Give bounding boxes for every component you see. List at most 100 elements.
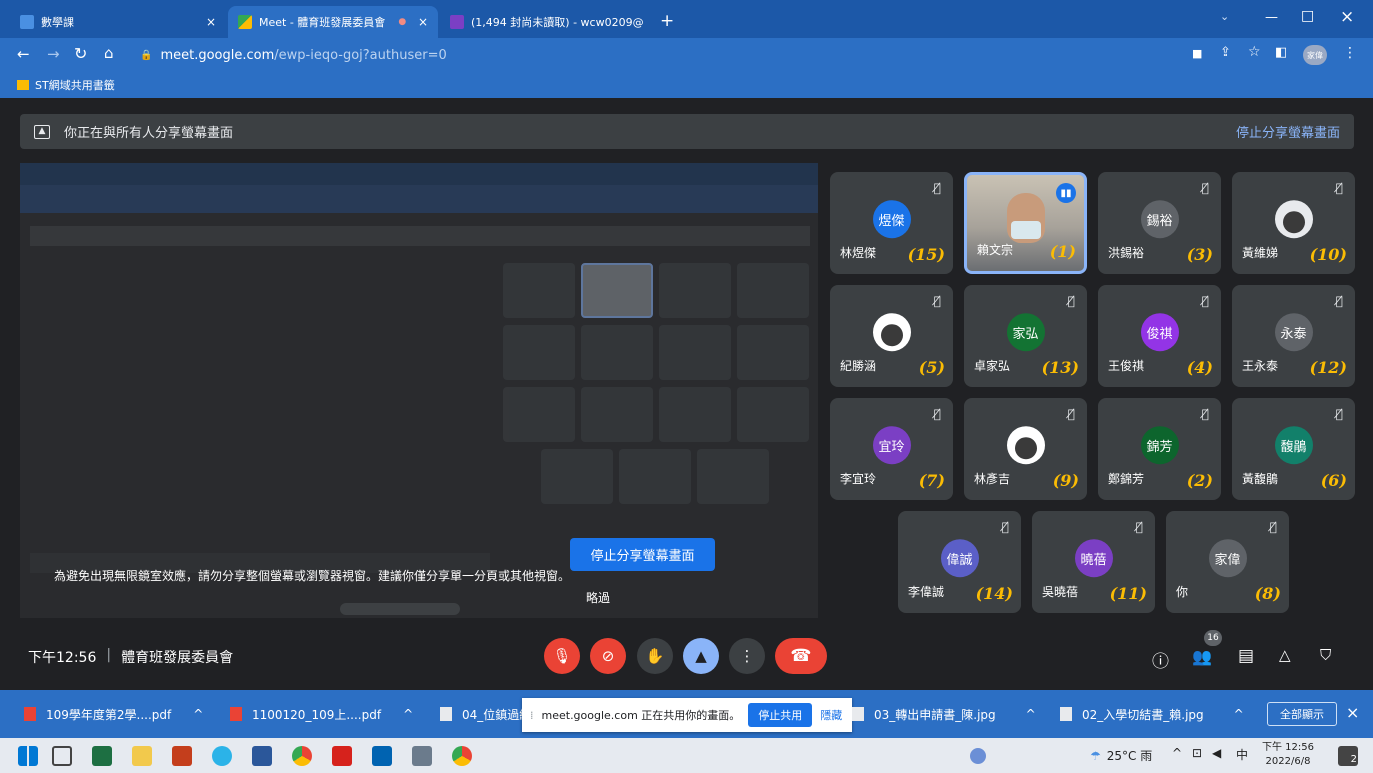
tab-gmail[interactable]: (1,494 封尚未讀取) - wcw0209@ ×: [440, 6, 650, 38]
hide-button[interactable]: 隱藏: [820, 707, 842, 723]
avatar: 永泰: [1274, 313, 1313, 352]
share-icon[interactable]: ⇪: [1220, 45, 1231, 60]
download-item[interactable]: 02_入學切結書_賴.jpg ^: [1060, 690, 1244, 738]
menu-kebab-icon[interactable]: ⋮: [1343, 45, 1357, 61]
participant-tile[interactable]: 🎙̸ 永泰 王永泰 (12): [1232, 285, 1355, 387]
stop-sharing-button[interactable]: 停止共用: [748, 703, 813, 727]
leave-call-icon[interactable]: ☎: [775, 638, 827, 674]
participant-tile[interactable]: 🎙̸ 紀勝涵 (5): [830, 285, 953, 387]
participant-tile[interactable]: 🎙̸ 錫裕 洪錫裕 (3): [1098, 172, 1221, 274]
close-icon[interactable]: ×: [206, 15, 216, 29]
chevron-up-icon[interactable]: ^: [1234, 707, 1244, 721]
ime-indicator[interactable]: 中: [1236, 746, 1248, 763]
participant-number: (8): [1254, 584, 1281, 603]
profile-avatar[interactable]: 家偉: [1303, 45, 1327, 65]
word-icon[interactable]: [252, 746, 272, 766]
new-tab-button[interactable]: +: [660, 11, 674, 31]
tab-meet[interactable]: Meet - 體育班發展委員會 ● ×: [228, 6, 438, 38]
weather-widget[interactable]: ☂ 25°C 雨: [1090, 747, 1152, 764]
help-icon[interactable]: [970, 748, 986, 764]
sharing-notification-popup: ⁞ meet.google.com 正在共用你的畫面。 停止共用 隱藏: [522, 698, 852, 732]
chevron-up-icon[interactable]: ^: [1026, 707, 1036, 721]
app-icon[interactable]: [412, 746, 432, 766]
participant-name: 王永泰: [1242, 359, 1279, 373]
download-item[interactable]: 04_位鎮過綫: [440, 690, 531, 738]
tab-search-chevron-icon[interactable]: ⌄: [1220, 10, 1229, 23]
download-item[interactable]: 03_轉出申請書_陳.jpg ^: [852, 690, 1036, 738]
task-view-icon[interactable]: [52, 746, 72, 766]
participant-tile[interactable]: 🎙̸ 黃維娣 (10): [1232, 172, 1355, 274]
chevron-up-icon[interactable]: ^: [193, 707, 203, 721]
info-icon[interactable]: ⓘ: [1152, 647, 1169, 672]
chrome-icon[interactable]: [292, 746, 312, 766]
screen-share-banner: ▲ 你正在與所有人分享螢幕畫面 停止分享螢幕畫面: [20, 114, 1354, 149]
chevron-up-icon[interactable]: ^: [1172, 746, 1182, 760]
muted-mic-icon: 🎙̸: [1335, 407, 1343, 421]
close-icon[interactable]: ×: [418, 15, 428, 29]
remote-desktop-icon[interactable]: [372, 746, 392, 766]
ie-browser-icon[interactable]: [212, 746, 232, 766]
host-controls-shield-icon[interactable]: ⛉: [1320, 646, 1331, 664]
side-panel-icon[interactable]: ◧: [1275, 45, 1287, 60]
chevron-up-icon[interactable]: ^: [403, 707, 413, 721]
participant-tile[interactable]: 🎙̸ 宜玲 李宜玲 (7): [830, 398, 953, 500]
participant-tile[interactable]: 🎙̸ 偉誠 李偉誠 (14): [898, 511, 1021, 613]
home-icon[interactable]: ⌂: [104, 44, 114, 62]
download-bar-close-button[interactable]: ×: [1346, 703, 1359, 722]
present-now-icon[interactable]: ▲: [683, 638, 719, 674]
download-item[interactable]: 109學年度第2學....pdf ^: [24, 690, 203, 738]
participant-tile[interactable]: 🎙̸ 林彥吉 (9): [964, 398, 1087, 500]
skip-link[interactable]: 略過: [586, 589, 610, 606]
preview-stop-share-button[interactable]: 停止分享螢幕畫面: [570, 538, 715, 571]
camera-indicator-icon[interactable]: ■: [1192, 47, 1202, 60]
participant-name: 李偉誠: [908, 585, 945, 599]
participant-number: (6): [1320, 471, 1347, 490]
excel-icon[interactable]: [92, 746, 112, 766]
windows-start-icon[interactable]: [18, 746, 38, 766]
participant-tile[interactable]: 🎙̸ 俊祺 王俊祺 (4): [1098, 285, 1221, 387]
avatar-initials: 錫裕: [1146, 213, 1173, 229]
avatar-initials: 錦芳: [1146, 439, 1173, 455]
mic-off-icon[interactable]: 🎙: [544, 638, 580, 674]
maximize-button[interactable]: □: [1301, 8, 1314, 24]
participant-count-badge: 16: [1204, 630, 1222, 646]
participant-number: (14): [975, 584, 1013, 603]
url-field[interactable]: 🔒 meet.google.com/ewp-ieqo-goj?authuser=…: [140, 44, 1220, 66]
drag-handle-icon[interactable]: ⁞: [530, 709, 534, 722]
participant-tile[interactable]: 🎙̸ 家偉你 (8): [1166, 511, 1289, 613]
participant-tile[interactable]: 🎙̸ 錦芳 鄭錦芳 (2): [1098, 398, 1221, 500]
volume-icon[interactable]: ◀: [1212, 746, 1221, 760]
avatar-initials: 煜傑: [878, 213, 905, 229]
window-close-button[interactable]: ×: [1340, 7, 1354, 27]
participant-tile[interactable]: 🎙̸ 曉蓓 吳曉蓓 (11): [1032, 511, 1155, 613]
stop-sharing-link[interactable]: 停止分享螢幕畫面: [1236, 122, 1340, 141]
download-item[interactable]: 1100120_109上....pdf ^: [230, 690, 413, 738]
forward-arrow-icon[interactable]: →: [47, 45, 60, 63]
acrobat-icon[interactable]: [332, 746, 352, 766]
more-options-icon[interactable]: ⋮: [729, 638, 765, 674]
participant-tile[interactable]: 🎙̸ 家弘 卓家弘 (13): [964, 285, 1087, 387]
camera-off-icon[interactable]: ⊘: [590, 638, 626, 674]
chat-icon[interactable]: ▤: [1238, 646, 1254, 666]
chrome-profile-icon[interactable]: [452, 746, 472, 766]
participant-number: (1): [1049, 242, 1076, 261]
powerpoint-icon[interactable]: [172, 746, 192, 766]
clock[interactable]: 下午 12:56 2022/6/8: [1262, 741, 1314, 769]
back-arrow-icon[interactable]: ←: [17, 45, 30, 63]
raise-hand-icon[interactable]: ✋: [637, 638, 673, 674]
avatar-initials: 永泰: [1280, 326, 1307, 342]
show-all-button[interactable]: 全部顯示: [1267, 702, 1337, 726]
notification-center[interactable]: 2: [1338, 746, 1358, 766]
people-icon[interactable]: 👥: [1192, 647, 1212, 666]
participant-tile[interactable]: ▮▮ 賴文宗 (1): [964, 172, 1087, 274]
participant-tile[interactable]: 🎙̸ 煜傑 林煜傑 (15): [830, 172, 953, 274]
bookmark-folder[interactable]: ST網域共用書籤: [17, 77, 115, 93]
tab-math-class[interactable]: 數學課 ×: [10, 6, 226, 38]
reload-icon[interactable]: ↻: [74, 44, 87, 63]
bookmark-star-icon[interactable]: ☆: [1248, 44, 1261, 60]
minimize-button[interactable]: —: [1265, 10, 1278, 25]
network-icon[interactable]: ⊡: [1192, 746, 1202, 760]
activities-icon[interactable]: △: [1279, 646, 1291, 664]
participant-tile[interactable]: 🎙̸ 馥鵑 黃馥鵑 (6): [1232, 398, 1355, 500]
file-explorer-icon[interactable]: [132, 746, 152, 766]
